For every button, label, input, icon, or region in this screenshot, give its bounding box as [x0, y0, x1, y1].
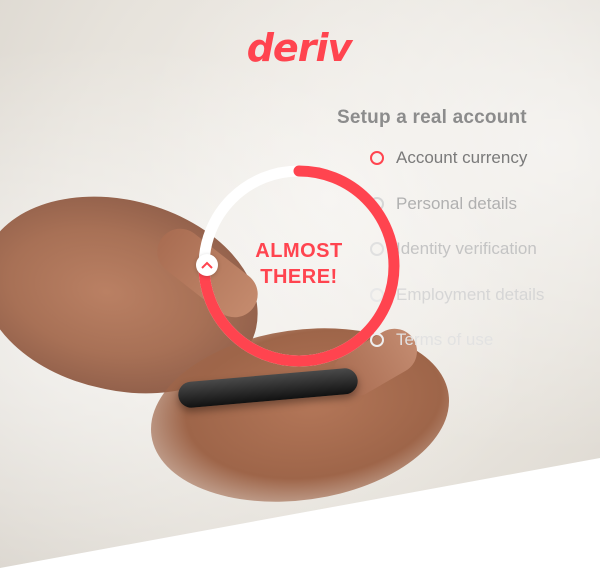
step-label: Employment details — [396, 285, 545, 304]
progress-label-line2: THERE! — [260, 266, 338, 288]
progress-label-line1: ALMOST — [255, 240, 343, 262]
step-label: Personal details — [396, 194, 517, 213]
promo-banner: deriv Setup a real account Account curre… — [0, 0, 600, 568]
step-label: Identity verification — [396, 239, 537, 258]
progress-label: ALMOST THERE! — [210, 238, 388, 290]
chevron-up-icon — [196, 254, 218, 276]
step-label: Account currency — [396, 148, 528, 167]
setup-title: Setup a real account — [337, 107, 527, 128]
deriv-logo: deriv — [246, 26, 353, 70]
step-label: Terms of use — [396, 330, 494, 349]
